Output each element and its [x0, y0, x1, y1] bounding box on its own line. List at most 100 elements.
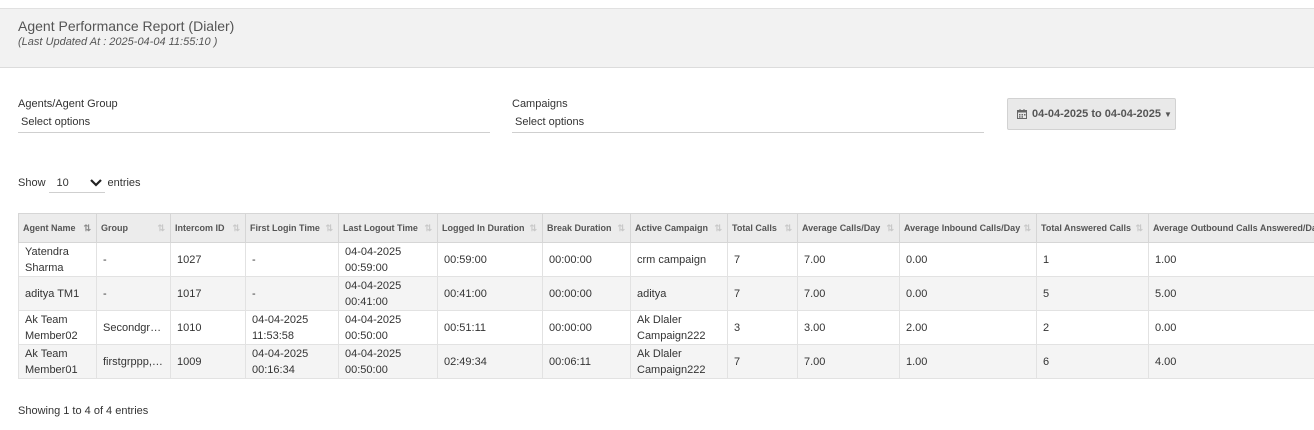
sort-icon: ⇅: [1135, 223, 1143, 233]
table-cell: 7.00: [797, 276, 900, 311]
table-cell: 1009: [170, 344, 246, 379]
column-header[interactable]: First Login Time ⇅: [245, 213, 339, 243]
show-label: Show: [18, 177, 46, 189]
table-cell: 1.00: [899, 344, 1037, 379]
table-cell: Ak Dlaler Campaign222: [630, 344, 728, 379]
report-header: Agent Performance Report (Dialer) (Last …: [0, 8, 1314, 68]
sort-icon: ⇅: [886, 223, 894, 233]
table-cell: 7.00: [797, 242, 900, 277]
table-cell: 3.00: [797, 310, 900, 345]
entries-select[interactable]: 10: [48, 173, 105, 193]
chevron-down-icon: [89, 178, 102, 187]
sort-icon: ⇅: [157, 223, 165, 233]
table-row: aditya TM1 - 1017 - 04-04-2025 00:41:00 …: [18, 276, 1314, 311]
table-cell: 04-04-2025 00:59:00: [338, 242, 438, 277]
calendar-icon: [1017, 109, 1027, 119]
table-cell: 04-04-2025 11:53:58: [245, 310, 339, 345]
sort-icon: ⇅: [325, 223, 333, 233]
table-cell: 7: [727, 242, 798, 277]
column-header[interactable]: Logged In Duration ⇅: [437, 213, 543, 243]
table-cell: 04-04-2025 00:16:34: [245, 344, 339, 379]
sort-icon: ⇅: [617, 223, 625, 233]
table-cell: -: [96, 276, 171, 311]
column-header[interactable]: Average Calls/Day ⇅: [797, 213, 900, 243]
table-cell: aditya: [630, 276, 728, 311]
table-cell: 6: [1036, 344, 1149, 379]
sort-icon: ⇅: [424, 223, 432, 233]
agents-multiselect[interactable]: Select options: [18, 113, 490, 133]
table-cell: 1010: [170, 310, 246, 345]
table-cell: aditya TM1: [18, 276, 97, 311]
campaigns-multiselect[interactable]: Select options: [512, 113, 984, 133]
column-header[interactable]: Intercom ID ⇅: [170, 213, 246, 243]
table-cell: 2: [1036, 310, 1149, 345]
entries-value: 10: [56, 176, 69, 189]
table-cell: 04-04-2025 00:50:00: [338, 310, 438, 345]
table-cell: Yatendra Sharma: [18, 242, 97, 277]
sort-icon: ⇅: [529, 223, 537, 233]
table-cell: 0.00: [899, 276, 1037, 311]
table-cell: 7: [727, 276, 798, 311]
table-cell: 3: [727, 310, 798, 345]
table-header-row: Agent Name ⇅ Group ⇅ Intercom ID ⇅ First Lo…: [18, 213, 1314, 243]
table-cell: 1: [1036, 242, 1149, 277]
table-cell: firstgrppp,t…: [96, 344, 171, 379]
table-cell: Secondgrp…: [96, 310, 171, 345]
date-range-text: 04-04-2025 to 04-04-2025: [1032, 108, 1162, 120]
table-cell: crm campaign: [630, 242, 728, 277]
sort-icon: ⇅: [1023, 223, 1031, 233]
column-header[interactable]: Break Duration ⇅: [542, 213, 631, 243]
table-cell: Ak Dlaler Campaign222: [630, 310, 728, 345]
entries-suffix: entries: [107, 177, 141, 189]
table-cell: 00:00:00: [542, 310, 631, 345]
column-header[interactable]: Last Logout Time ⇅: [338, 213, 438, 243]
column-header[interactable]: Total Calls ⇅: [727, 213, 798, 243]
table-cell: -: [96, 242, 171, 277]
column-header[interactable]: Active Campaign ⇅: [630, 213, 728, 243]
last-updated: (Last Updated At : 2025-04-04 11:55:10 ): [18, 36, 218, 48]
table-cell: 5.00: [1148, 276, 1314, 311]
table-cell: 4.00: [1148, 344, 1314, 379]
sort-icon: ⇅: [714, 223, 722, 233]
table-cell: 1.00: [1148, 242, 1314, 277]
column-header[interactable]: Agent Name ⇅: [18, 213, 97, 243]
column-header[interactable]: Average Inbound Calls/Day ⇅: [899, 213, 1037, 243]
table-cell: 7: [727, 344, 798, 379]
campaigns-filter-label: Campaigns: [512, 98, 568, 110]
table-row: Ak Team Member02 Secondgrp… 1010 04-04-2…: [18, 310, 1314, 345]
table-info: Showing 1 to 4 of 4 entries: [18, 405, 149, 417]
sort-icon: ⇅: [784, 223, 792, 233]
table-cell: 7.00: [797, 344, 900, 379]
date-range-button[interactable]: 04-04-2025 to 04-04-2025 ▼: [1007, 98, 1176, 130]
page-title: Agent Performance Report (Dialer): [18, 18, 235, 34]
agents-filter-label: Agents/Agent Group: [18, 98, 118, 110]
table-cell: 04-04-2025 00:50:00: [338, 344, 438, 379]
table-cell: 00:51:11: [437, 310, 543, 345]
agent-performance-table: Agent Name ⇅ Group ⇅ Intercom ID ⇅ First Lo…: [18, 213, 1314, 379]
entries-length-control: Show 10 entries: [18, 173, 141, 193]
table-row: Ak Team Member01 firstgrppp,t… 1009 04-0…: [18, 344, 1314, 379]
table-cell: Ak Team Member02: [18, 310, 97, 345]
sort-asc-icon: ⇅: [83, 223, 91, 233]
column-header[interactable]: Total Answered Calls ⇅: [1036, 213, 1149, 243]
column-header[interactable]: Average Outbound Calls Answered/Day: [1148, 213, 1314, 243]
table-cell: 00:06:11: [542, 344, 631, 379]
table-cell: 2.00: [899, 310, 1037, 345]
table-row: Yatendra Sharma - 1027 - 04-04-2025 00:5…: [18, 242, 1314, 277]
column-header[interactable]: Group ⇅: [96, 213, 171, 243]
table-cell: -: [245, 242, 339, 277]
table-cell: 00:00:00: [542, 276, 631, 311]
top-strip: [0, 0, 1314, 8]
table-cell: Ak Team Member01: [18, 344, 97, 379]
table-cell: 00:59:00: [437, 242, 543, 277]
sort-icon: ⇅: [232, 223, 240, 233]
table-cell: 0.00: [1148, 310, 1314, 345]
table-cell: 00:41:00: [437, 276, 543, 311]
table-cell: 04-04-2025 00:41:00: [338, 276, 438, 311]
table-cell: 02:49:34: [437, 344, 543, 379]
table-cell: 00:00:00: [542, 242, 631, 277]
caret-down-icon: ▼: [1164, 109, 1172, 119]
table-cell: 0.00: [899, 242, 1037, 277]
table-cell: 1027: [170, 242, 246, 277]
table-cell: -: [245, 276, 339, 311]
